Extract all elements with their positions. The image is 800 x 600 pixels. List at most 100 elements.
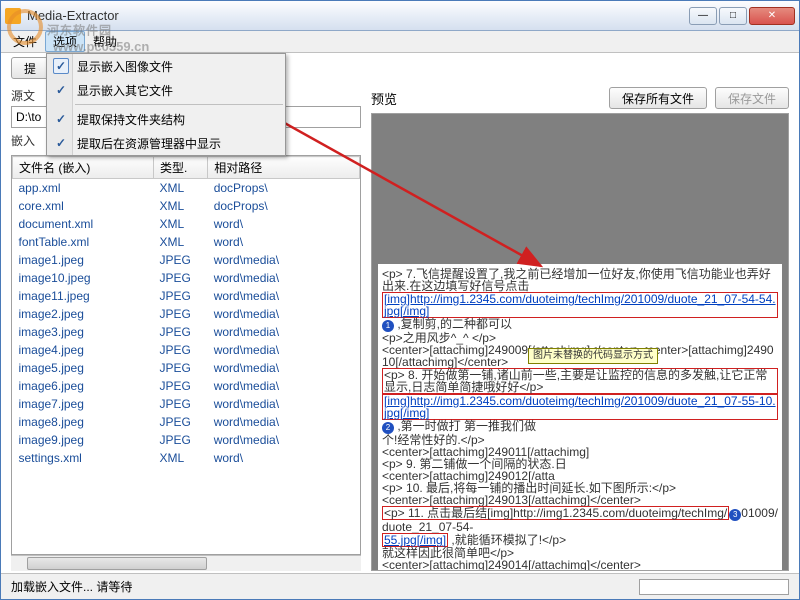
horizontal-scrollbar[interactable] — [11, 555, 361, 571]
table-row[interactable]: image9.jpegJPEGword\media\ — [13, 431, 360, 449]
cell-path: word\ — [208, 449, 360, 467]
cell-type: JPEG — [153, 377, 207, 395]
maximize-button[interactable]: □ — [719, 7, 747, 25]
app-window: 河东软件园 www.pc0359.cn Media-Extractor — □ … — [0, 0, 800, 600]
cell-path: docProps\ — [208, 197, 360, 215]
cell-name: document.xml — [13, 215, 154, 233]
cell-path: word\media\ — [208, 359, 360, 377]
menu-options[interactable]: 选项 — [45, 31, 85, 52]
table-row[interactable]: app.xmlXMLdocProps\ — [13, 179, 360, 197]
extract-button[interactable]: 提 — [11, 57, 49, 79]
cell-type: XML — [153, 449, 207, 467]
cell-type: JPEG — [153, 395, 207, 413]
close-button[interactable]: ✕ — [749, 7, 795, 25]
cell-name: core.xml — [13, 197, 154, 215]
cell-path: word\media\ — [208, 287, 360, 305]
menu-keep-structure[interactable]: ✓ 提取保持文件夹结构 — [47, 107, 285, 131]
cell-type: JPEG — [153, 305, 207, 323]
cell-path: word\media\ — [208, 341, 360, 359]
cell-type: JPEG — [153, 287, 207, 305]
table-row[interactable]: image7.jpegJPEGword\media\ — [13, 395, 360, 413]
menu-help[interactable]: 帮助 — [85, 31, 125, 52]
check-icon: ✓ — [53, 135, 69, 151]
cell-type: XML — [153, 233, 207, 251]
table-row[interactable]: image1.jpegJPEGword\media\ — [13, 251, 360, 269]
menu-show-images[interactable]: ✓ 显示嵌入图像文件 — [47, 54, 285, 78]
app-icon — [5, 8, 21, 24]
menu-label: 提取保持文件夹结构 — [77, 111, 185, 128]
cell-name: image4.jpeg — [13, 341, 154, 359]
table-row[interactable]: image4.jpegJPEGword\media\ — [13, 341, 360, 359]
col-relpath[interactable]: 相对路径 — [208, 157, 360, 179]
cell-type: XML — [153, 179, 207, 197]
separator — [75, 104, 283, 105]
cell-name: image7.jpeg — [13, 395, 154, 413]
cell-name: image1.jpeg — [13, 251, 154, 269]
table-row[interactable]: core.xmlXMLdocProps\ — [13, 197, 360, 215]
menu-show-other[interactable]: ✓ 显示嵌入其它文件 — [47, 78, 285, 102]
col-filename[interactable]: 文件名 (嵌入) — [13, 157, 154, 179]
table-row[interactable]: image6.jpegJPEGword\media\ — [13, 377, 360, 395]
menu-file[interactable]: 文件 — [5, 31, 45, 52]
right-panel: 预览 保存所有文件 保存文件 <p> 7.飞信提醒设置了,我之前已经增加一位好友… — [371, 83, 789, 571]
table-row[interactable]: image11.jpegJPEGword\media\ — [13, 287, 360, 305]
window-title: Media-Extractor — [27, 8, 689, 23]
cell-type: JPEG — [153, 359, 207, 377]
save-file-button[interactable]: 保存文件 — [715, 87, 789, 109]
cell-path: word\media\ — [208, 323, 360, 341]
table-row[interactable]: settings.xmlXMLword\ — [13, 449, 360, 467]
check-icon: ✓ — [53, 82, 69, 98]
table-row[interactable]: fontTable.xmlXMLword\ — [13, 233, 360, 251]
cell-name: fontTable.xml — [13, 233, 154, 251]
cell-name: settings.xml — [13, 449, 154, 467]
preview-area: <p> 7.飞信提醒设置了,我之前已经增加一位好友,你使用飞信功能业也弄好出来.… — [371, 113, 789, 571]
cell-path: docProps\ — [208, 179, 360, 197]
cell-type: JPEG — [153, 251, 207, 269]
cell-type: JPEG — [153, 431, 207, 449]
annotation-tooltip: 图片未替换的代码显示方式 — [528, 348, 658, 364]
cell-name: image11.jpeg — [13, 287, 154, 305]
cell-type: JPEG — [153, 323, 207, 341]
check-icon: ✓ — [53, 111, 69, 127]
cell-path: word\ — [208, 233, 360, 251]
menu-label: 显示嵌入其它文件 — [77, 82, 173, 99]
cell-type: XML — [153, 197, 207, 215]
cell-path: word\media\ — [208, 395, 360, 413]
save-all-button[interactable]: 保存所有文件 — [609, 87, 707, 109]
cell-path: word\ — [208, 215, 360, 233]
cell-path: word\media\ — [208, 269, 360, 287]
col-type[interactable]: 类型. — [153, 157, 207, 179]
cell-name: image5.jpeg — [13, 359, 154, 377]
check-icon: ✓ — [53, 58, 69, 74]
table-row[interactable]: image8.jpegJPEGword\media\ — [13, 413, 360, 431]
cell-path: word\media\ — [208, 431, 360, 449]
titlebar: Media-Extractor — □ ✕ — [1, 1, 799, 31]
table-row[interactable]: image10.jpegJPEGword\media\ — [13, 269, 360, 287]
cell-name: image2.jpeg — [13, 305, 154, 323]
minimize-button[interactable]: — — [689, 7, 717, 25]
table-row[interactable]: document.xmlXMLword\ — [13, 215, 360, 233]
file-list[interactable]: 文件名 (嵌入) 类型. 相对路径 app.xmlXMLdocProps\cor… — [11, 155, 361, 555]
menu-show-explorer[interactable]: ✓ 提取后在资源管理器中显示 — [47, 131, 285, 155]
progress-bar — [639, 579, 789, 595]
status-text: 加载嵌入文件... 请等待 — [11, 578, 132, 595]
cell-name: image3.jpeg — [13, 323, 154, 341]
preview-title: 预览 — [371, 89, 601, 108]
options-dropdown: ✓ 显示嵌入图像文件 ✓ 显示嵌入其它文件 ✓ 提取保持文件夹结构 ✓ 提取后在… — [46, 53, 286, 156]
cell-type: JPEG — [153, 413, 207, 431]
cell-path: word\media\ — [208, 413, 360, 431]
cell-name: app.xml — [13, 179, 154, 197]
cell-type: XML — [153, 215, 207, 233]
table-row[interactable]: image3.jpegJPEGword\media\ — [13, 323, 360, 341]
preview-document[interactable]: <p> 7.飞信提醒设置了,我之前已经增加一位好友,你使用飞信功能业也弄好出来.… — [378, 264, 782, 571]
cell-name: image10.jpeg — [13, 269, 154, 287]
statusbar: 加载嵌入文件... 请等待 — [1, 573, 799, 599]
menu-label: 提取后在资源管理器中显示 — [77, 135, 221, 152]
cell-name: image6.jpeg — [13, 377, 154, 395]
cell-type: JPEG — [153, 269, 207, 287]
cell-path: word\media\ — [208, 305, 360, 323]
table-row[interactable]: image2.jpegJPEGword\media\ — [13, 305, 360, 323]
menu-label: 显示嵌入图像文件 — [77, 58, 173, 75]
table-row[interactable]: image5.jpegJPEGword\media\ — [13, 359, 360, 377]
cell-path: word\media\ — [208, 377, 360, 395]
